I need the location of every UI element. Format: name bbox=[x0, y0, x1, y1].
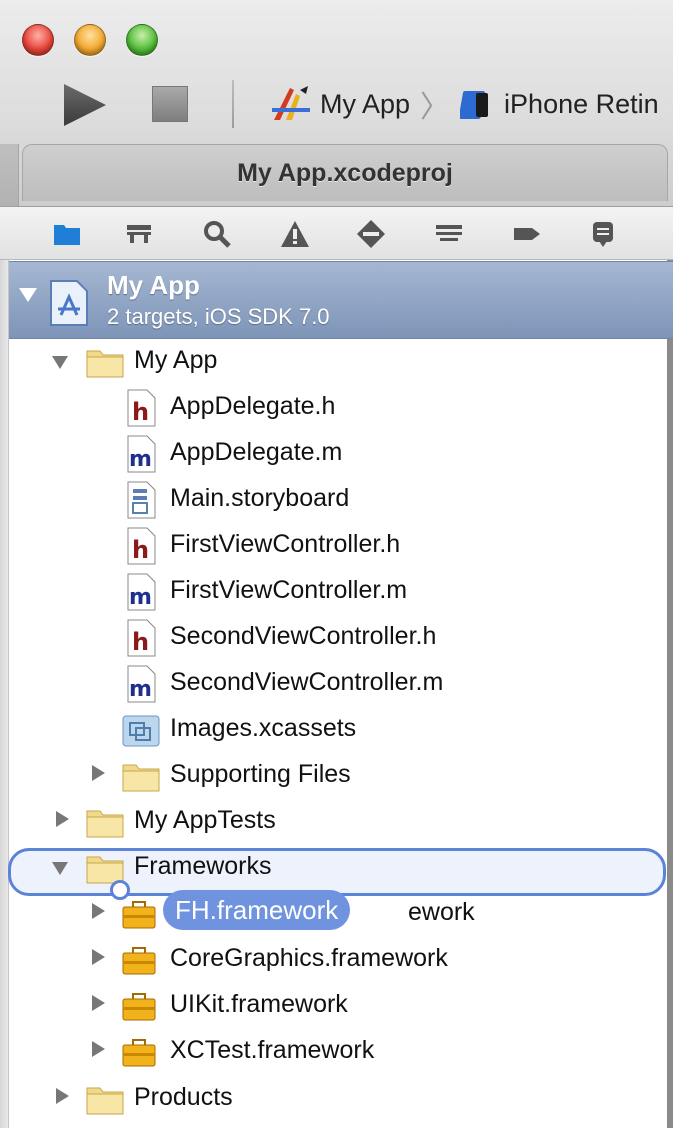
group-label: Frameworks bbox=[134, 852, 272, 880]
obscured-framework-label-tail: ework bbox=[408, 898, 475, 926]
implementation-file-icon: m bbox=[127, 573, 156, 611]
project-name: My App bbox=[107, 270, 200, 300]
file-label: FirstViewController.m bbox=[170, 576, 408, 604]
framework-toolbox-icon bbox=[122, 947, 156, 975]
file-row[interactable]: h SecondViewController.h bbox=[0, 617, 673, 661]
svg-text:h: h bbox=[132, 628, 149, 656]
file-row[interactable]: Images.xcassets bbox=[0, 709, 673, 753]
file-label: SecondViewController.m bbox=[170, 668, 444, 696]
disclosure-open-icon[interactable] bbox=[19, 288, 37, 302]
framework-toolbox-icon bbox=[122, 901, 156, 929]
framework-row[interactable]: XCTest.framework bbox=[0, 1031, 673, 1075]
group-row-supporting-files[interactable]: Supporting Files bbox=[0, 755, 673, 799]
search-icon[interactable] bbox=[202, 219, 232, 249]
chevron-right-icon: 〉 bbox=[420, 91, 451, 124]
header-file-icon: h bbox=[127, 389, 156, 427]
svg-text:m: m bbox=[129, 447, 152, 472]
dragged-item[interactable]: FH.framework bbox=[163, 890, 351, 930]
folder-icon[interactable] bbox=[52, 219, 82, 249]
toolbar-divider bbox=[232, 80, 234, 128]
run-button[interactable] bbox=[60, 82, 108, 128]
group-label: My AppTests bbox=[134, 806, 276, 834]
warning-icon[interactable] bbox=[280, 219, 310, 249]
disclosure-closed-icon[interactable] bbox=[92, 765, 105, 781]
file-label: AppDelegate.h bbox=[170, 392, 336, 420]
tab-edge bbox=[0, 144, 19, 206]
disclosure-closed-icon[interactable] bbox=[92, 1041, 105, 1057]
asset-catalog-icon bbox=[122, 715, 160, 747]
group-label: My App bbox=[134, 346, 218, 374]
file-row[interactable]: h FirstViewController.h bbox=[0, 525, 673, 569]
framework-label: CoreGraphics.framework bbox=[170, 944, 448, 972]
dragged-item-label: FH.framework bbox=[175, 894, 339, 925]
group-row-products[interactable]: Products bbox=[0, 1078, 673, 1122]
iphone-device-icon bbox=[460, 91, 489, 119]
disclosure-open-icon[interactable] bbox=[52, 862, 68, 875]
folder-icon bbox=[122, 764, 160, 792]
framework-label: XCTest.framework bbox=[170, 1036, 375, 1064]
scheme-app-label: My App bbox=[320, 88, 411, 119]
file-label: Images.xcassets bbox=[170, 714, 357, 742]
debug-icon[interactable] bbox=[434, 219, 464, 249]
scheme-device-label: iPhone Retin bbox=[504, 88, 659, 119]
framework-row[interactable]: UIKit.framework bbox=[0, 985, 673, 1029]
svg-text:h: h bbox=[132, 398, 149, 426]
framework-toolbox-icon bbox=[122, 993, 156, 1021]
disclosure-closed-icon[interactable] bbox=[92, 949, 105, 965]
zoom-window-button[interactable] bbox=[126, 24, 158, 56]
project-subtitle: 2 targets, iOS SDK 7.0 bbox=[107, 304, 330, 329]
close-window-button[interactable] bbox=[22, 24, 54, 56]
disclosure-closed-icon[interactable] bbox=[56, 1088, 69, 1104]
svg-text:m: m bbox=[129, 585, 152, 610]
storyboard-file-icon bbox=[127, 481, 156, 519]
file-label: SecondViewController.h bbox=[170, 622, 437, 650]
app-target-icon bbox=[272, 86, 310, 120]
header-file-icon: h bbox=[127, 619, 156, 657]
framework-toolbox-icon bbox=[122, 1039, 156, 1067]
svg-text:h: h bbox=[132, 536, 149, 564]
drop-indicator bbox=[110, 880, 130, 900]
implementation-file-icon: m bbox=[127, 665, 156, 703]
group-label: Supporting Files bbox=[170, 760, 351, 788]
breakpoint-test-icon[interactable] bbox=[356, 219, 386, 249]
window-toolbar: My App 〉 iPhone Retin My App.xcodeproj bbox=[0, 0, 673, 206]
file-label: AppDelegate.m bbox=[170, 438, 343, 466]
svg-text:m: m bbox=[129, 677, 152, 702]
file-row[interactable]: m AppDelegate.m bbox=[0, 433, 673, 477]
project-row-selected[interactable]: My App 2 targets, iOS SDK 7.0 bbox=[9, 261, 673, 339]
file-row[interactable]: m FirstViewController.m bbox=[0, 571, 673, 615]
stop-button[interactable] bbox=[152, 86, 188, 122]
disclosure-closed-icon[interactable] bbox=[56, 811, 69, 827]
tab-project[interactable]: My App.xcodeproj bbox=[22, 144, 668, 201]
scheme-selector[interactable]: My App 〉 iPhone Retin bbox=[270, 84, 659, 124]
framework-row[interactable]: CoreGraphics.framework bbox=[0, 939, 673, 983]
xcode-project-icon bbox=[50, 280, 88, 326]
disclosure-closed-icon[interactable] bbox=[92, 903, 105, 919]
hierarchy-icon[interactable] bbox=[124, 219, 154, 249]
file-row[interactable]: h AppDelegate.h bbox=[0, 387, 673, 431]
folder-icon bbox=[86, 810, 124, 838]
group-row-my-app-tests[interactable]: My AppTests bbox=[0, 801, 673, 845]
header-file-icon: h bbox=[127, 527, 156, 565]
folder-icon bbox=[86, 1087, 124, 1115]
file-row[interactable]: m SecondViewController.m bbox=[0, 663, 673, 707]
disclosure-open-icon[interactable] bbox=[52, 356, 68, 369]
navigator-selector-bar bbox=[0, 206, 673, 260]
minimize-window-button[interactable] bbox=[74, 24, 106, 56]
file-label: Main.storyboard bbox=[170, 484, 350, 512]
tab-title: My App.xcodeproj bbox=[237, 158, 453, 187]
group-row-my-app[interactable]: My App bbox=[0, 341, 673, 385]
folder-icon bbox=[86, 350, 124, 378]
group-row-frameworks[interactable]: Frameworks bbox=[0, 847, 673, 891]
file-row[interactable]: Main.storyboard bbox=[0, 479, 673, 523]
disclosure-closed-icon[interactable] bbox=[92, 995, 105, 1011]
framework-label: UIKit.framework bbox=[170, 990, 348, 1018]
log-icon[interactable] bbox=[588, 219, 618, 249]
implementation-file-icon: m bbox=[127, 435, 156, 473]
group-label: Products bbox=[134, 1083, 233, 1111]
breakpoint-icon[interactable] bbox=[512, 219, 542, 249]
file-label: FirstViewController.h bbox=[170, 530, 401, 558]
